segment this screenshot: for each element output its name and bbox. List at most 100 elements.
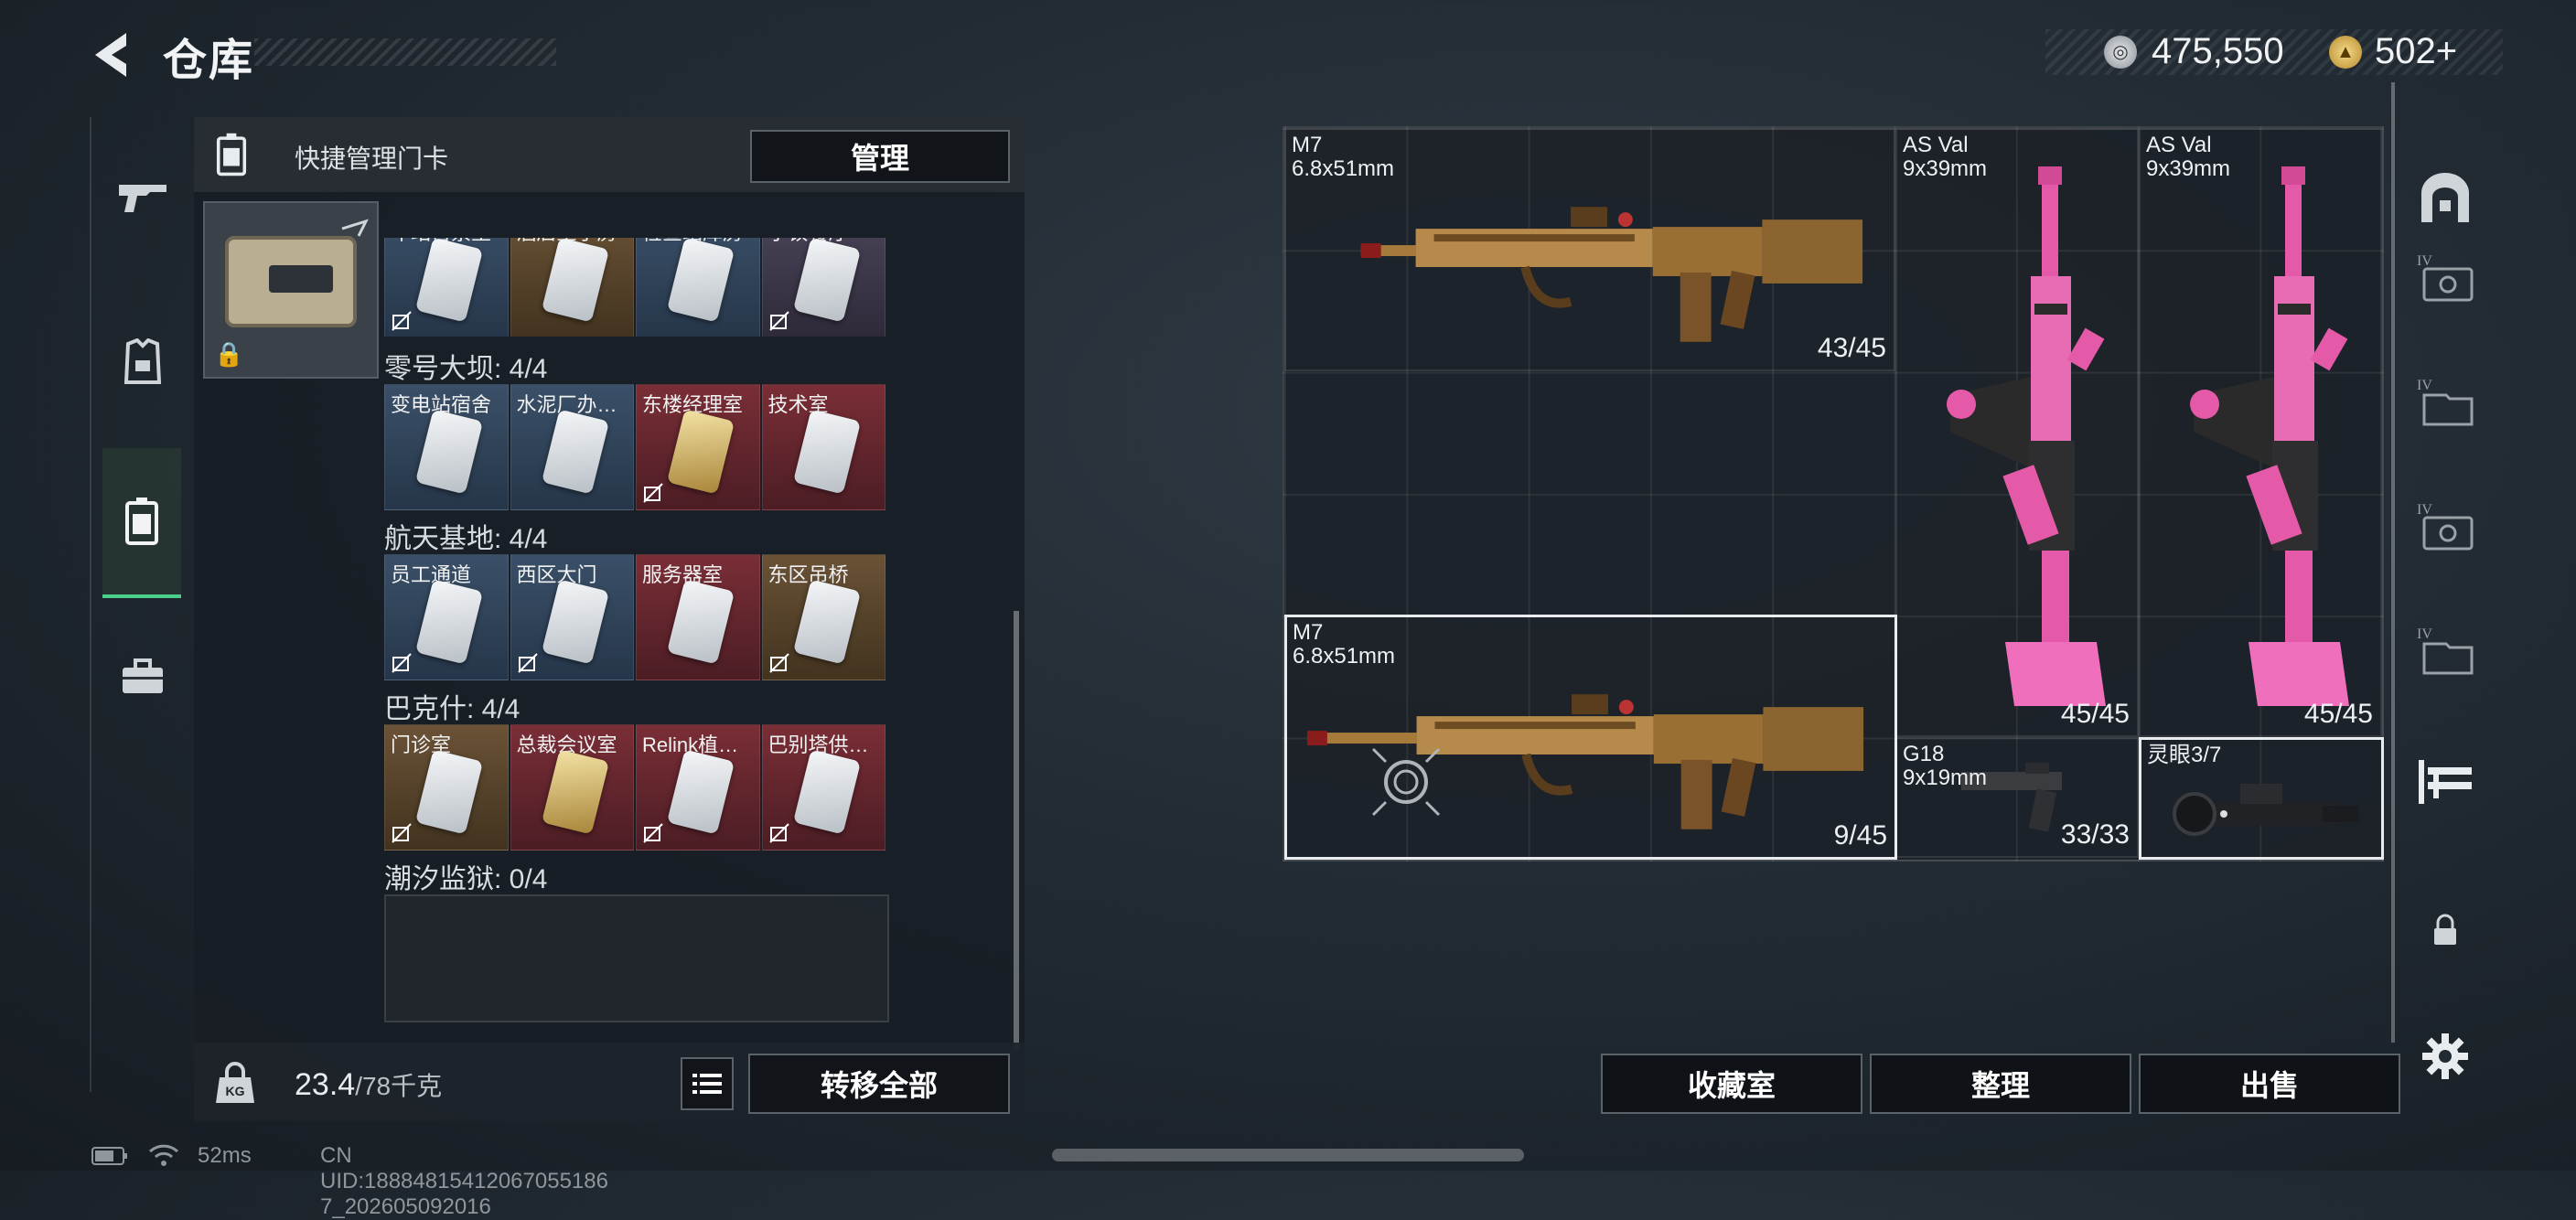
category-rail bbox=[90, 117, 190, 1092]
svg-text:IV: IV bbox=[2417, 378, 2432, 393]
transfer-all-button[interactable]: 转移全部 bbox=[748, 1054, 1010, 1114]
keycard-slot[interactable]: Relink植… bbox=[636, 724, 760, 851]
toolbox-icon[interactable] bbox=[104, 638, 181, 715]
svg-text:IV: IV bbox=[2417, 626, 2432, 642]
weight-lock-icon: KG bbox=[212, 1061, 258, 1107]
weapon-title: AS Val bbox=[2146, 133, 2212, 157]
ammo-count: 9/45 bbox=[1833, 820, 1887, 851]
keycard-slot[interactable]: 车站售票室 bbox=[384, 238, 509, 337]
keycard-slot[interactable]: 检查站库房 bbox=[636, 238, 760, 337]
keycard-image bbox=[792, 749, 861, 835]
keycard-panel-header: 快捷管理门卡 管理 bbox=[194, 117, 1025, 192]
keygroup-label-brakkesh: 巴克什: 4/4 bbox=[384, 694, 521, 724]
keygroup-label-tide-prison: 潮汐监狱: 0/4 bbox=[384, 864, 548, 894]
gun-icon[interactable] bbox=[104, 159, 181, 236]
storage-iv-2-icon[interactable]: IV bbox=[2408, 364, 2483, 439]
storage-iv-4-icon[interactable]: IV bbox=[2408, 613, 2483, 688]
keycard-slot[interactable]: 总裁会议室 bbox=[510, 724, 634, 851]
weapon-item[interactable]: M7 6.8x51mm 43/45 bbox=[1284, 128, 1895, 371]
keycard-slot[interactable]: 员工通道 bbox=[384, 554, 509, 680]
weapon-name: M7 6.8x51mm bbox=[1292, 134, 1394, 181]
manage-button[interactable]: 管理 bbox=[750, 130, 1010, 183]
keycard-row-empty[interactable] bbox=[384, 894, 889, 1022]
back-arrow-icon[interactable] bbox=[88, 27, 134, 82]
keycard-image bbox=[666, 749, 735, 835]
no-discard-icon bbox=[643, 823, 663, 843]
keycard-case-icon bbox=[209, 132, 254, 177]
weight-max: /78千克 bbox=[355, 1072, 443, 1100]
armor-icon[interactable] bbox=[104, 324, 181, 401]
keycard-image bbox=[414, 409, 484, 495]
keycard-slot[interactable]: 西区大门 bbox=[510, 554, 634, 680]
weapon-name: AS Val 9x39mm bbox=[2146, 134, 2230, 181]
weapon-name: 灵眼3/7 bbox=[2147, 744, 2221, 767]
uid-text: CN UID:18884815412067055186​7_2026050920… bbox=[320, 1143, 608, 1219]
weapon-caliber: 6.8x51mm bbox=[1293, 644, 1396, 669]
list-view-icon[interactable] bbox=[681, 1057, 734, 1110]
battery-icon bbox=[91, 1147, 127, 1165]
gear-icon[interactable] bbox=[2408, 1019, 2483, 1094]
keycard-row-space-base: 员工通道 西区大门 服务器室 东区吊桥 bbox=[384, 554, 886, 680]
keygroup-label-dam: 零号大坝: 4/4 bbox=[384, 354, 548, 384]
keycard-slot[interactable]: 水泥厂办… bbox=[510, 384, 634, 510]
weapon-item[interactable]: G18 9x19mm 33/33 bbox=[1895, 737, 2139, 858]
target-crosshair-icon bbox=[1371, 747, 1441, 817]
keycard-row-top: 车站售票室 酒店王子房 检查站库房 小镇餐厅 bbox=[384, 238, 886, 337]
weapon-rack-icon[interactable] bbox=[2408, 744, 2483, 819]
weapon-name: G18 9x19mm bbox=[1903, 743, 1987, 790]
no-discard-icon bbox=[517, 653, 538, 673]
keycard-image bbox=[541, 749, 609, 835]
title-decoration bbox=[254, 38, 556, 66]
keycard-case-icon[interactable] bbox=[102, 448, 181, 598]
sell-button[interactable]: 出售 bbox=[2139, 1054, 2400, 1114]
keycard-slot[interactable]: 技术室 bbox=[761, 384, 886, 510]
keycard-row-brakkesh: 门诊室 总裁会议室 Relink植… 巴别塔供… bbox=[384, 724, 886, 851]
keycard-image bbox=[541, 409, 609, 495]
keycard-slot[interactable]: 酒店王子房 bbox=[510, 238, 634, 337]
keycard-row-dam: 变电站宿舍 水泥厂办… 东楼经理室 技术室 bbox=[384, 384, 886, 510]
keycard-slot[interactable]: 东区吊桥 bbox=[761, 554, 886, 680]
ping-value: 52ms bbox=[198, 1143, 252, 1168]
weight-readout: 23.4/78千克 bbox=[295, 1066, 442, 1103]
storage-iv-1-icon[interactable]: IV bbox=[2408, 240, 2483, 315]
keycard-slot[interactable]: 变电站宿舍 bbox=[384, 384, 509, 510]
currency-bar: ◎ 475,550 ▲ 502+ bbox=[2045, 29, 2503, 75]
weapon-item[interactable]: 灵眼3/7 bbox=[2139, 737, 2384, 860]
keycard-slot[interactable]: 巴别塔供… bbox=[761, 724, 886, 851]
keycard-image bbox=[666, 238, 735, 323]
lock-icon: 🔒 bbox=[214, 340, 244, 368]
ammo-count: 43/45 bbox=[1817, 333, 1886, 363]
weapon-item[interactable]: AS Val 9x39mm 45/45 bbox=[1895, 128, 2139, 737]
keycard-image bbox=[414, 579, 484, 665]
safe-box-icon[interactable] bbox=[2408, 161, 2483, 236]
gold-amount[interactable]: 502+ bbox=[2375, 31, 2457, 72]
weapon-caliber: 9x39mm bbox=[1903, 156, 1988, 181]
svg-text:KG: KG bbox=[226, 1084, 245, 1098]
weapon-title: G18 bbox=[1903, 742, 1945, 766]
keycard-slot[interactable]: 服务器室 bbox=[636, 554, 760, 680]
lock-icon[interactable] bbox=[2408, 893, 2483, 968]
keycard-image bbox=[541, 579, 609, 665]
keycard-image bbox=[414, 238, 484, 323]
keycard-panel-footer: KG 23.4/78千克 转移全部 bbox=[194, 1043, 1025, 1121]
keycard-image bbox=[541, 238, 609, 323]
collection-room-button[interactable]: 收藏室 bbox=[1601, 1054, 1862, 1114]
sort-button[interactable]: 整理 bbox=[1870, 1054, 2131, 1114]
keycard-case-thumbnail[interactable]: 🔒 bbox=[203, 201, 379, 379]
weapon-caliber: 9x19mm bbox=[1903, 765, 1988, 790]
keycard-slot[interactable]: 小镇餐厅 bbox=[761, 238, 886, 337]
no-discard-icon bbox=[768, 823, 789, 843]
weapon-caliber: 6.8x51mm bbox=[1292, 156, 1395, 181]
weapon-item[interactable]: M7 6.8x51mm 9/45 bbox=[1284, 615, 1897, 860]
keycard-scrollbar[interactable] bbox=[1014, 611, 1019, 1050]
weapon-item[interactable]: AS Val 9x39mm 45/45 bbox=[2139, 128, 2382, 737]
gold-coin-icon: ▲ bbox=[2329, 36, 2362, 69]
weapon-name: AS Val 9x39mm bbox=[1903, 134, 1987, 181]
storage-rail: IV IV IV IV bbox=[2402, 126, 2486, 1123]
keycard-slot[interactable]: 门诊室 bbox=[384, 724, 509, 851]
keycard-slot[interactable]: 东楼经理室 bbox=[636, 384, 760, 510]
keycard-panel-title: 快捷管理门卡 bbox=[295, 144, 449, 173]
wifi-icon bbox=[148, 1144, 179, 1166]
storage-iv-3-icon[interactable]: IV bbox=[2408, 488, 2483, 563]
keycard-image bbox=[792, 238, 861, 323]
